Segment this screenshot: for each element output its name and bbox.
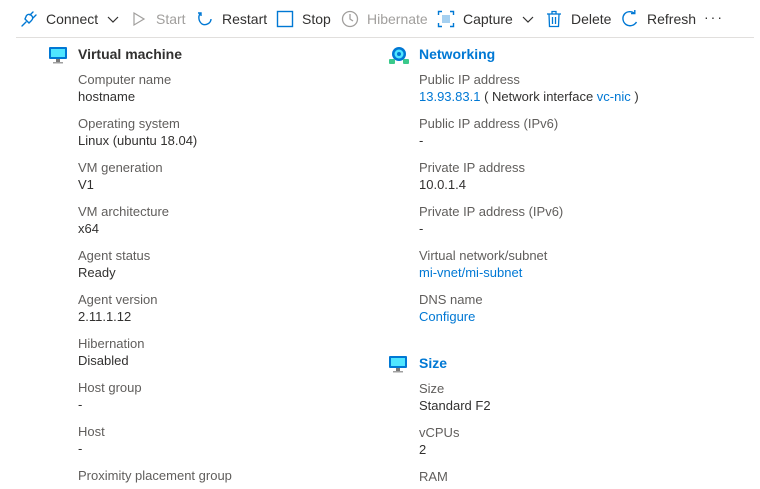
vm-prop-value: V1: [78, 177, 94, 192]
stop-label: Stop: [302, 11, 331, 27]
vm-prop-label: VM architecture: [78, 204, 170, 219]
more-icon: ···: [704, 9, 724, 25]
restart-icon: [196, 10, 214, 28]
dns-configure-link[interactable]: Configure: [419, 309, 475, 324]
clock-icon: [341, 10, 359, 28]
vm-prop-label: Host: [78, 424, 105, 439]
refresh-button[interactable]: Refresh: [621, 8, 696, 30]
vm-prop-label: Computer name: [78, 72, 172, 87]
vcpus-value: 2: [419, 442, 427, 457]
vm-prop-value: -: [78, 441, 83, 456]
connect-button[interactable]: Connect: [20, 8, 120, 30]
start-label: Start: [156, 11, 186, 27]
vm-prop-label: Agent status: [78, 248, 151, 263]
start-button[interactable]: Start: [130, 8, 186, 30]
size-section-title[interactable]: Size: [419, 355, 447, 371]
capture-button[interactable]: Capture: [437, 8, 535, 30]
capture-icon: [437, 10, 455, 28]
monitor-icon: [388, 354, 408, 374]
vm-prop-value: -: [78, 397, 83, 412]
ram-label: RAM: [419, 469, 448, 484]
more-button[interactable]: ···: [704, 6, 724, 28]
stop-icon: [276, 10, 294, 28]
private-ipv6-value: -: [419, 221, 424, 236]
public-ip-link[interactable]: 13.93.83.1: [419, 89, 480, 104]
delete-button[interactable]: Delete: [545, 8, 611, 30]
vm-section-title: Virtual machine: [78, 46, 183, 62]
public-ip-label: Public IP address: [419, 72, 520, 87]
vm-prop-label: Host group: [78, 380, 142, 395]
private-ip-value: 10.0.1.4: [419, 177, 466, 192]
vm-prop-value: Disabled: [78, 353, 129, 368]
chevron-down-icon: [106, 12, 120, 26]
vnet-link[interactable]: mi-vnet/mi-subnet: [419, 265, 522, 280]
trash-icon: [545, 10, 563, 28]
refresh-label: Refresh: [647, 11, 697, 27]
connect-label: Connect: [46, 11, 99, 27]
vnet-label: Virtual network/subnet: [419, 248, 548, 263]
command-bar: Connect Start Restart Stop Hibernate Cap…: [0, 0, 760, 38]
private-ipv6-label: Private IP address (IPv6): [419, 204, 564, 219]
vm-prop-label: Proximity placement group: [78, 468, 232, 483]
dns-label: DNS name: [419, 292, 483, 307]
vm-prop-value: x64: [78, 221, 99, 236]
vm-prop-label: VM generation: [78, 160, 163, 175]
public-ipv6-value: -: [419, 133, 424, 148]
vm-prop-value: Linux (ubuntu 18.04): [78, 133, 198, 148]
chevron-down-icon: [521, 12, 535, 26]
nic-prefix: ( Network interface: [484, 89, 594, 104]
delete-label: Delete: [571, 11, 612, 27]
vm-prop-label: Hibernation: [78, 336, 145, 351]
hibernate-button[interactable]: Hibernate: [341, 8, 428, 30]
vcpus-label: vCPUs: [419, 425, 460, 440]
vm-prop-value: 2.11.1.12: [78, 309, 132, 324]
play-icon: [130, 10, 148, 28]
restart-button[interactable]: Restart: [196, 8, 267, 30]
nic-link[interactable]: vc-nic: [597, 89, 631, 104]
public-ipv6-label: Public IP address (IPv6): [419, 116, 559, 131]
restart-label: Restart: [222, 11, 268, 27]
size-label: Size: [419, 381, 445, 396]
vm-prop-label: Agent version: [78, 292, 158, 307]
vm-prop-label: Operating system: [78, 116, 180, 131]
vm-prop-value: Ready: [78, 265, 116, 280]
monitor-icon: [48, 45, 68, 65]
stop-button[interactable]: Stop: [276, 8, 331, 30]
nic-suffix: ): [634, 89, 639, 104]
public-ip-row: 13.93.83.1 ( Network interface vc-nic ): [419, 89, 639, 104]
toolbar-divider: [16, 37, 754, 38]
refresh-icon: [621, 10, 639, 28]
private-ip-label: Private IP address: [419, 160, 525, 175]
networking-section-title[interactable]: Networking: [419, 46, 495, 62]
plug-icon: [20, 10, 38, 28]
hibernate-label: Hibernate: [367, 11, 428, 27]
network-icon: [388, 45, 409, 65]
capture-label: Capture: [463, 11, 513, 27]
size-value: Standard F2: [419, 398, 491, 413]
vm-prop-value: hostname: [78, 89, 136, 104]
